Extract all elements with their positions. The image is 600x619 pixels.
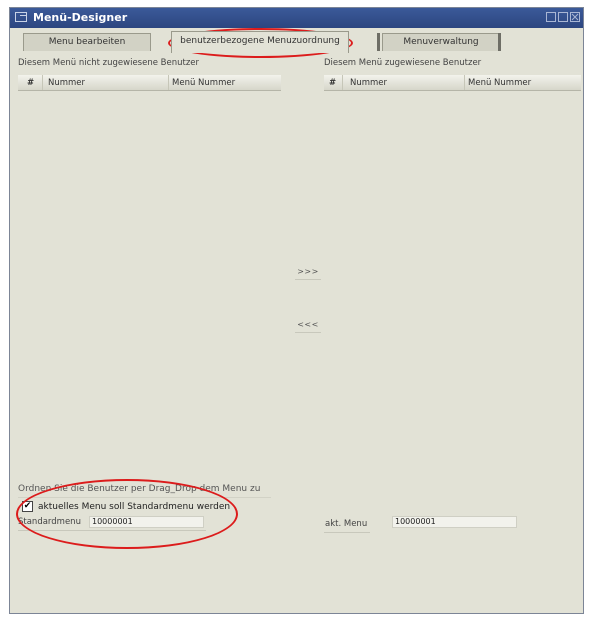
assigned-users-grid[interactable]: [324, 91, 581, 471]
assign-users-button[interactable]: >>>: [295, 265, 321, 280]
column-header-nummer[interactable]: Nummer: [48, 78, 85, 88]
unassigned-users-grid-header: # Nummer Menü Nummer: [18, 75, 281, 91]
tab-separator: [377, 33, 380, 51]
column-separator: [342, 75, 343, 90]
column-header-menu-nummer[interactable]: Menü Nummer: [468, 78, 531, 88]
annotation-circle-settings: [16, 479, 238, 549]
column-separator: [168, 75, 169, 90]
divider: [324, 532, 370, 533]
close-icon[interactable]: [570, 12, 580, 22]
menu-designer-window: Menü-Designer Menu bearbeiten benutzerbe…: [9, 7, 584, 614]
unassigned-users-grid[interactable]: [18, 91, 281, 471]
current-menu-field[interactable]: 10000001: [392, 516, 517, 528]
unassigned-users-label: Diesem Menü nicht zugewiesene Benutzer: [18, 58, 200, 68]
column-header-nummer[interactable]: Nummer: [350, 78, 387, 88]
minimize-icon[interactable]: [546, 12, 556, 22]
tab-separator: [498, 33, 501, 51]
column-header-index[interactable]: #: [27, 78, 34, 88]
column-header-menu-nummer[interactable]: Menü Nummer: [172, 78, 235, 88]
column-header-index[interactable]: #: [329, 78, 336, 88]
tab-menuverwaltung[interactable]: Menuverwaltung: [382, 33, 500, 51]
unassign-users-button[interactable]: <<<: [295, 318, 321, 333]
tab-bar: Menu bearbeiten benutzerbezogene Menuzuo…: [10, 30, 583, 54]
window-title: Menü-Designer: [33, 11, 128, 24]
tab-menu-bearbeiten[interactable]: Menu bearbeiten: [23, 33, 151, 51]
assigned-users-label: Diesem Menü zugewiesene Benutzer: [324, 58, 482, 68]
tab-benutzerbezogene-menuzuordnung[interactable]: benutzerbezogene Menuzuordnung: [171, 31, 349, 53]
window-menu-icon[interactable]: [15, 12, 27, 22]
column-separator: [464, 75, 465, 90]
maximize-icon[interactable]: [558, 12, 568, 22]
current-menu-label: akt. Menu: [325, 519, 368, 529]
assigned-users-grid-header: # Nummer Menü Nummer: [324, 75, 581, 91]
title-bar[interactable]: Menü-Designer: [10, 8, 583, 28]
column-separator: [42, 75, 43, 90]
